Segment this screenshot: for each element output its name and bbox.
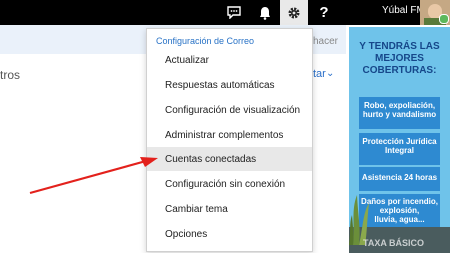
online-status-icon bbox=[439, 14, 449, 24]
band-text: hacer bbox=[313, 36, 339, 47]
gear-icon[interactable] bbox=[280, 0, 308, 25]
chat-icon[interactable] bbox=[220, 0, 248, 25]
menu-item-respuestas-automaticas[interactable]: Respuestas automáticas bbox=[147, 73, 312, 97]
menu-item-configuracion-visualizacion[interactable]: Configuración de visualización bbox=[147, 98, 312, 122]
settings-dropdown: Configuración de Correo Actualizar Respu… bbox=[146, 28, 313, 252]
menu-item-opciones[interactable]: Opciones bbox=[147, 222, 312, 246]
menu-item-label: Actualizar bbox=[165, 54, 209, 66]
filter-label-partial[interactable]: tar bbox=[313, 68, 326, 80]
grass-icon bbox=[349, 195, 369, 245]
help-icon[interactable]: ? bbox=[310, 0, 338, 25]
menu-item-label: Opciones bbox=[165, 228, 208, 240]
menu-header: Configuración de Correo bbox=[156, 36, 255, 46]
avatar[interactable] bbox=[420, 0, 450, 25]
bell-icon[interactable] bbox=[252, 0, 278, 25]
ad-footer-text: TAXA BÁSICO bbox=[363, 238, 425, 248]
menu-item-label: Configuración de visualización bbox=[165, 104, 301, 116]
ad-card: Robo, expoliación, hurto y vandalismo bbox=[359, 97, 440, 129]
ad-title: Y TENDRÁS LAS MEJORES COBERTURAS: bbox=[359, 41, 440, 76]
menu-item-cambiar-tema[interactable]: Cambiar tema bbox=[147, 197, 312, 221]
menu-item-administrar-complementos[interactable]: Administrar complementos bbox=[147, 123, 312, 147]
menu-item-label: Cuentas conectadas bbox=[165, 153, 257, 165]
menu-item-label: Cambiar tema bbox=[165, 203, 228, 215]
menu-item-configuracion-sin-conexion[interactable]: Configuración sin conexión bbox=[147, 172, 312, 196]
folder-label-partial[interactable]: tros bbox=[0, 68, 20, 82]
menu-item-label: Configuración sin conexión bbox=[165, 178, 286, 190]
ad-banner[interactable]: Y TENDRÁS LAS MEJORES COBERTURAS: Robo, … bbox=[349, 27, 450, 253]
chevron-down-icon[interactable]: ⌄ bbox=[326, 68, 334, 79]
top-bar: ? Yúbal FM bbox=[0, 0, 450, 25]
menu-item-cuentas-conectadas[interactable]: Cuentas conectadas bbox=[147, 147, 312, 171]
menu-item-actualizar[interactable]: Actualizar bbox=[147, 48, 312, 72]
menu-item-label: Administrar complementos bbox=[165, 129, 284, 141]
user-name[interactable]: Yúbal FM bbox=[382, 5, 425, 16]
ad-card: Protección Jurídica Integral bbox=[359, 133, 440, 165]
menu-item-label: Respuestas automáticas bbox=[165, 79, 275, 91]
